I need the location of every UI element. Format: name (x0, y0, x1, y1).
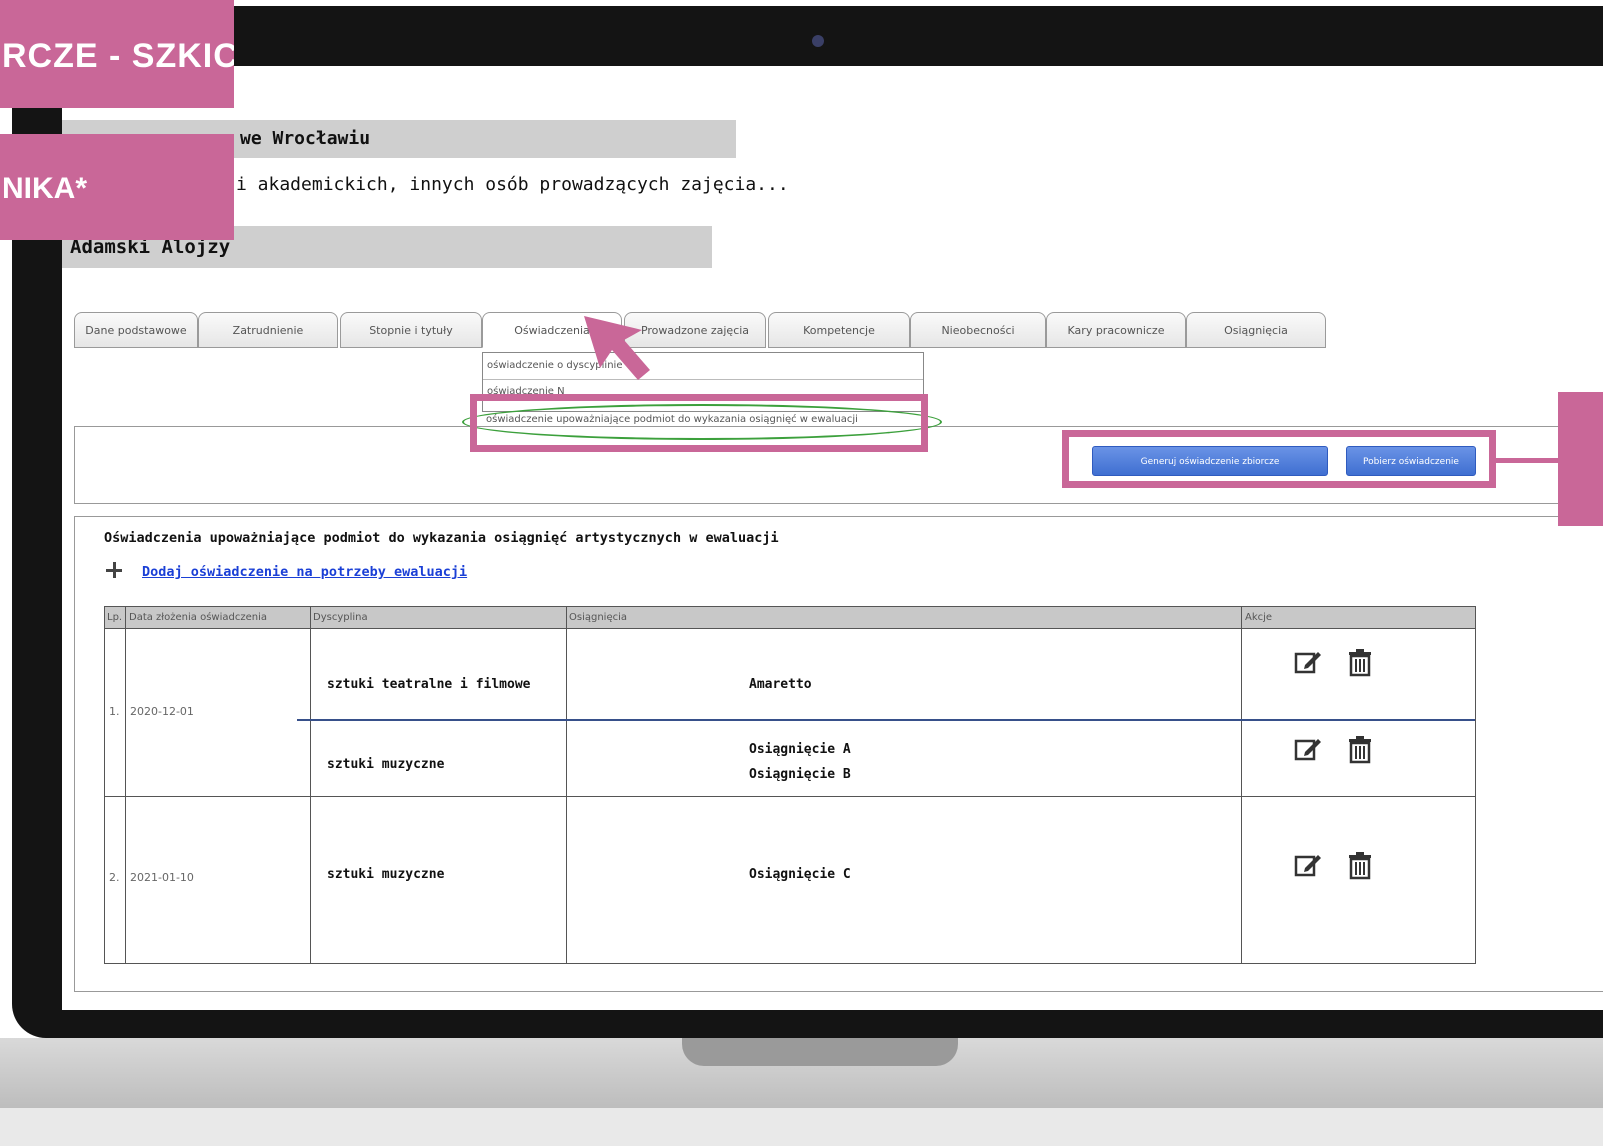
laptop-notch (682, 1038, 958, 1066)
camera (812, 35, 824, 47)
col-discipline: Dyscyplina (313, 612, 368, 623)
tab-nieobecnosci[interactable]: Nieobecności (910, 312, 1046, 348)
trash-icon[interactable] (1345, 647, 1375, 677)
edit-icon[interactable] (1293, 647, 1323, 677)
trash-icon[interactable] (1345, 850, 1375, 880)
col-actions: Akcje (1245, 612, 1273, 623)
table-row-achievement: Osiągnięcie B (749, 767, 851, 782)
plus-icon[interactable] (106, 560, 126, 580)
trash-icon[interactable] (1345, 734, 1375, 764)
buttons-highlight (1062, 430, 1496, 488)
row-divider (297, 719, 1475, 721)
section-title: Oświadczenia upoważniające podmiot do wy… (104, 530, 779, 546)
table-row-achievement: Osiągnięcie A (749, 742, 851, 757)
tab-kompetencje[interactable]: Kompetencje (768, 312, 910, 348)
table-row-discipline: sztuki teatralne i filmowe (327, 677, 531, 692)
tab-zatrudnienie[interactable]: Zatrudnienie (198, 312, 338, 348)
statements-table: Lp. Data złożenia oświadczenia Dyscyplin… (104, 606, 1476, 964)
slide-subtitle: NIKA* (0, 134, 234, 240)
edit-icon[interactable] (1293, 734, 1323, 764)
tab-osiagniecia[interactable]: Osiągnięcia (1186, 312, 1326, 348)
tab-dane-podstawowe[interactable]: Dane podstawowe (74, 312, 198, 348)
col-lp: Lp. (107, 612, 123, 623)
col-date: Data złożenia oświadczenia (129, 612, 267, 623)
table-row-achievement: Osiągnięcie C (749, 867, 851, 882)
laptop-foot (0, 1108, 1603, 1146)
col-achievements: Osiągnięcia (569, 612, 628, 623)
table-row-discipline: sztuki muzyczne (327, 757, 445, 772)
col-divider (1241, 607, 1242, 963)
page-subtitle: i akademickich, innych osób prowadzących… (236, 174, 789, 195)
cursor-arrow-icon (584, 316, 650, 380)
table-row-date: 2021-01-10 (130, 871, 194, 884)
callout-connector (1496, 458, 1560, 463)
col-divider (566, 607, 567, 963)
row-divider (105, 796, 1475, 797)
dropdown-divider (483, 379, 923, 380)
col-divider (310, 607, 311, 963)
table-row-lp: 1. (109, 705, 120, 718)
callout-tab (1558, 392, 1603, 526)
col-divider (125, 607, 126, 963)
edit-icon[interactable] (1293, 850, 1323, 880)
slide-title: RCZE - SZKIC (0, 0, 234, 108)
screen: we Wrocławiu i akademickich, innych osób… (62, 66, 1603, 1010)
option-highlight (470, 394, 928, 452)
university-name: we Wrocławiu (240, 128, 371, 149)
tab-kary-pracownicze[interactable]: Kary pracownicze (1046, 312, 1186, 348)
table-row-achievement: Amaretto (749, 677, 812, 692)
table-row-date: 2020-12-01 (130, 705, 194, 718)
tab-stopnie-i-tytuly[interactable]: Stopnie i tytuły (340, 312, 482, 348)
table-row-lp: 2. (109, 871, 120, 884)
table-row-discipline: sztuki muzyczne (327, 867, 445, 882)
add-statement-link[interactable]: Dodaj oświadczenie na potrzeby ewaluacji (142, 564, 467, 580)
